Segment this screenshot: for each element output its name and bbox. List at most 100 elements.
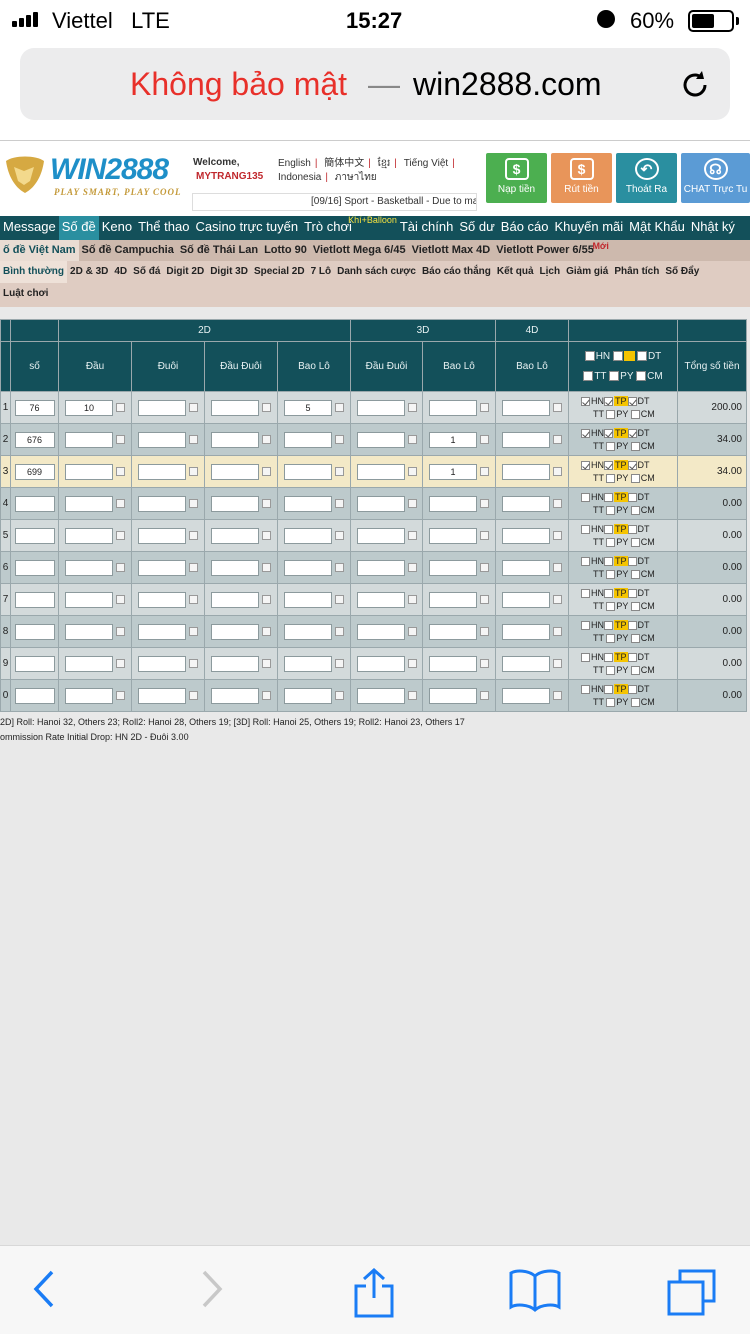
tp-checkbox[interactable] <box>604 620 613 630</box>
dau-input[interactable] <box>65 623 113 640</box>
tp-checkbox[interactable] <box>604 396 613 406</box>
bao-lo-input-toggle[interactable] <box>335 499 344 508</box>
hn-checkbox[interactable] <box>581 460 590 470</box>
tt-all-checkbox[interactable] <box>583 370 594 381</box>
dau-duoi-3d-input[interactable] <box>356 687 405 704</box>
bao-lo-4d-input[interactable] <box>502 431 550 448</box>
dau-duoi-input-toggle[interactable] <box>262 435 271 444</box>
py-checkbox[interactable] <box>606 473 616 483</box>
tab-bao-cao-thang[interactable]: Báo cáo thắng <box>419 261 494 283</box>
hn-checkbox[interactable] <box>581 524 590 534</box>
duoi-input-toggle[interactable] <box>189 467 198 476</box>
hn-all-checkbox[interactable] <box>584 350 595 361</box>
tab-lotto-90[interactable]: Lotto 90 <box>261 240 310 261</box>
bao-lo-input-toggle[interactable] <box>335 403 344 412</box>
tab-7-lo[interactable]: 7 Lô <box>308 261 335 283</box>
cm-checkbox[interactable] <box>630 505 640 515</box>
hn-checkbox[interactable] <box>581 588 590 598</box>
duoi-input[interactable] <box>138 431 186 448</box>
bao-lo-3d-input[interactable] <box>429 527 477 544</box>
dau-duoi-3d-input-toggle[interactable] <box>407 467 417 476</box>
nav-so-du[interactable]: Số dư <box>456 216 497 240</box>
nav-nhat-ky[interactable]: Nhật ký <box>688 216 738 240</box>
dau-input-toggle[interactable] <box>116 467 125 476</box>
nav-message[interactable]: Message <box>0 216 59 240</box>
tab-4d[interactable]: 4D <box>111 261 130 283</box>
tabs-icon[interactable] <box>666 1268 718 1318</box>
bao-lo-4d-input[interactable] <box>502 463 550 480</box>
py-checkbox[interactable] <box>606 601 616 611</box>
bookmarks-icon[interactable] <box>508 1268 562 1312</box>
duoi-input-toggle[interactable] <box>189 627 198 636</box>
dau-duoi-input[interactable] <box>211 591 259 608</box>
nav-so-de[interactable]: Số đề <box>58 216 99 240</box>
bao-lo-input-toggle[interactable] <box>335 435 344 444</box>
bao-lo-4d-input[interactable] <box>502 623 550 640</box>
bao-lo-input[interactable] <box>284 623 332 640</box>
bao-lo-4d-input[interactable] <box>502 687 550 704</box>
dau-duoi-input[interactable] <box>211 399 259 416</box>
dau-input[interactable] <box>65 655 113 672</box>
bao-lo-4d-input-toggle[interactable] <box>553 659 562 668</box>
duoi-input-toggle[interactable] <box>189 531 198 540</box>
lang-vietnamese[interactable]: Tiếng Việt <box>404 158 448 169</box>
bao-lo-input[interactable] <box>284 687 332 704</box>
dau-duoi-3d-input[interactable] <box>356 559 405 576</box>
dau-input-toggle[interactable] <box>116 627 125 636</box>
dau-input-toggle[interactable] <box>116 691 125 700</box>
dau-input[interactable]: 10 <box>65 399 113 416</box>
bao-lo-4d-input-toggle[interactable] <box>553 595 562 604</box>
dau-duoi-input[interactable] <box>211 655 259 672</box>
bao-lo-input[interactable] <box>284 463 332 480</box>
bao-lo-3d-input-toggle[interactable] <box>480 595 489 604</box>
bao-lo-3d-input-toggle[interactable] <box>480 627 489 636</box>
dau-duoi-3d-input[interactable] <box>356 495 405 512</box>
dau-duoi-input-toggle[interactable] <box>262 563 271 572</box>
bao-lo-3d-input[interactable] <box>429 655 477 672</box>
number-input[interactable] <box>14 527 55 544</box>
number-input[interactable]: 676 <box>14 431 55 448</box>
tp-checkbox[interactable] <box>604 556 613 566</box>
bao-lo-4d-input-toggle[interactable] <box>553 563 562 572</box>
dt-checkbox[interactable] <box>627 428 637 438</box>
tab-so-de-thai-lan[interactable]: Số đề Thái Lan <box>177 240 261 261</box>
bao-lo-3d-input-toggle[interactable] <box>480 691 489 700</box>
dau-duoi-input-toggle[interactable] <box>262 691 271 700</box>
hn-checkbox[interactable] <box>581 652 590 662</box>
back-icon[interactable] <box>30 1268 58 1310</box>
dau-duoi-input[interactable] <box>211 559 259 576</box>
bao-lo-4d-input[interactable] <box>502 495 550 512</box>
number-input[interactable] <box>14 591 55 608</box>
tab-so-day[interactable]: Số Đẩy <box>662 261 702 283</box>
duoi-input[interactable] <box>138 559 186 576</box>
tab-luat-choi[interactable]: Luật chơi <box>0 283 51 305</box>
dau-duoi-input-toggle[interactable] <box>262 659 271 668</box>
duoi-input[interactable] <box>138 655 186 672</box>
tab-special-2d[interactable]: Special 2D <box>251 261 308 283</box>
bao-lo-input[interactable]: 5 <box>284 399 332 416</box>
bao-lo-3d-input-toggle[interactable] <box>480 563 489 572</box>
chat-button[interactable]: ☊ CHAT Trực Tu <box>681 153 750 203</box>
dau-input-toggle[interactable] <box>116 403 125 412</box>
hn-checkbox[interactable] <box>581 396 590 406</box>
cm-checkbox[interactable] <box>630 569 640 579</box>
bao-lo-4d-input[interactable] <box>502 591 550 608</box>
cm-checkbox[interactable] <box>630 665 640 675</box>
bao-lo-3d-input[interactable] <box>429 623 477 640</box>
hn-checkbox[interactable] <box>581 492 590 502</box>
tab-2d-3d[interactable]: 2D & 3D <box>67 261 111 283</box>
bao-lo-input[interactable] <box>284 655 332 672</box>
tp-checkbox[interactable] <box>604 652 613 662</box>
bao-lo-4d-input[interactable] <box>502 399 550 416</box>
duoi-input[interactable] <box>138 399 186 416</box>
dt-all-checkbox[interactable] <box>636 350 647 361</box>
dau-input[interactable] <box>65 431 113 448</box>
tab-lich[interactable]: Lịch <box>537 261 564 283</box>
dau-duoi-3d-input[interactable] <box>356 655 405 672</box>
lang-khmer[interactable]: ខ្មែរ <box>378 158 391 169</box>
bao-lo-3d-input-toggle[interactable] <box>480 467 489 476</box>
cm-checkbox[interactable] <box>630 473 640 483</box>
dau-input[interactable] <box>65 559 113 576</box>
dau-duoi-input-toggle[interactable] <box>262 531 271 540</box>
dau-input-toggle[interactable] <box>116 659 125 668</box>
